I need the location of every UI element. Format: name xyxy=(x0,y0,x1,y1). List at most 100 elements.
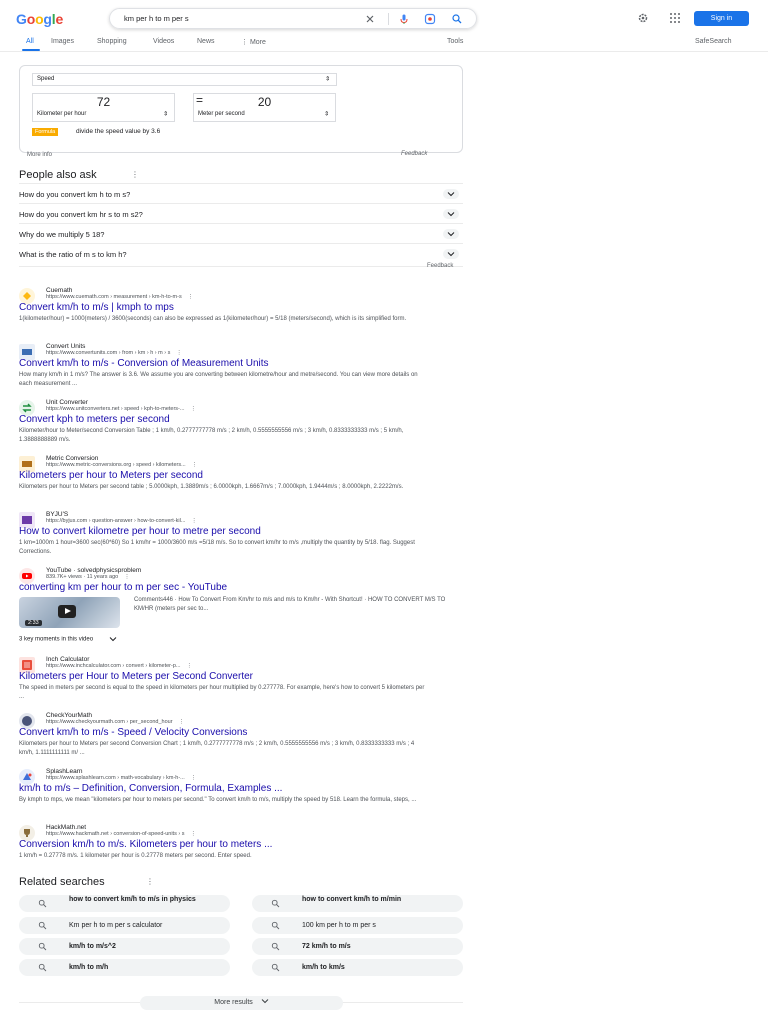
result-site-name: CheckYourMath xyxy=(46,712,93,719)
paa-question-text: How do you convert km hr s to m s2? xyxy=(19,210,143,219)
chevron-down-icon[interactable] xyxy=(443,209,459,219)
more-results-button[interactable]: More results xyxy=(140,996,343,1010)
result-title-link[interactable]: converting km per hour to m per sec - Yo… xyxy=(19,582,227,593)
paa-question[interactable]: What is the ratio of m s to km h? xyxy=(19,243,463,263)
mic-icon[interactable] xyxy=(397,12,411,26)
more-options-icon[interactable]: ⋮ xyxy=(190,406,196,412)
result-snippet: By kmph to mps, we mean "kilometers per … xyxy=(19,797,417,803)
related-search-chip[interactable]: Km per h to m per s calculator xyxy=(19,917,230,934)
more-options-icon[interactable]: ⋮ xyxy=(187,663,193,669)
related-menu-icon[interactable]: ⋮ xyxy=(146,877,154,886)
feedback-link[interactable]: Feedback xyxy=(427,263,453,269)
tab-videos[interactable]: Videos xyxy=(153,38,174,45)
safesearch-button[interactable]: SafeSearch xyxy=(695,38,732,45)
more-options-icon[interactable]: ⋮ xyxy=(188,294,194,300)
search-icon[interactable] xyxy=(450,12,464,26)
gear-icon[interactable] xyxy=(636,11,650,25)
result-title-link[interactable]: Conversion km/h to m/s. Kilometers per h… xyxy=(19,839,272,850)
result-url-text: https://www.metric-conversions.org › spe… xyxy=(46,462,186,468)
more-options-icon[interactable]: ⋮ xyxy=(190,831,196,837)
header: Google km per h to m per s Sign in xyxy=(0,0,768,36)
paa-question[interactable]: Why do we multiply 5 18? xyxy=(19,223,463,243)
search-query[interactable]: km per h to m per s xyxy=(124,14,189,23)
more-options-icon[interactable]: ⋮ xyxy=(124,574,130,580)
video-duration: 2:33 xyxy=(25,620,42,626)
feedback-link[interactable]: Feedback xyxy=(401,151,427,157)
tab-images[interactable]: Images xyxy=(51,38,74,45)
related-search-chip[interactable]: 100 km per h to m per s xyxy=(252,917,463,934)
video-thumbnail[interactable]: 2:33 xyxy=(19,597,120,628)
result-url[interactable]: https://www.inchcalculator.com › convert… xyxy=(46,663,192,669)
related-search-chip[interactable]: how to convert km/h to m/s in physics xyxy=(19,895,230,912)
chevron-down-icon[interactable] xyxy=(443,249,459,259)
result-snippet: How many km/h in 1 m/s? The answer is 3.… xyxy=(19,372,418,387)
tab-shopping[interactable]: Shopping xyxy=(97,38,127,45)
tab-news[interactable]: News xyxy=(197,38,215,45)
lens-icon[interactable] xyxy=(423,12,437,26)
result-title-link[interactable]: km/h to m/s – Definition, Conversion, Fo… xyxy=(19,783,282,794)
result-url-text: https://www.checkyourmath.com › per_seco… xyxy=(46,719,173,725)
more-options-icon[interactable]: ⋮ xyxy=(191,518,197,524)
tab-more[interactable]: ⋮ More xyxy=(241,38,266,46)
result-title-link[interactable]: Kilometers per Hour to Meters per Second… xyxy=(19,671,253,682)
result-title-link[interactable]: Convert km/h to m/s - Speed / Velocity C… xyxy=(19,727,247,738)
related-search-chip[interactable]: km/h to m/h xyxy=(19,959,230,976)
result-url[interactable]: https://www.checkyourmath.com › per_seco… xyxy=(46,719,184,725)
paa-question-text: How do you convert km h to m s? xyxy=(19,190,131,199)
result-title-link[interactable]: Convert km/h to m/s - Conversion of Meas… xyxy=(19,358,269,369)
clear-icon[interactable] xyxy=(363,12,377,26)
result-url-text: https://www.cuemath.com › measurement › … xyxy=(46,294,182,300)
related-search-chip[interactable]: km/h to km/s xyxy=(252,959,463,976)
related-search-text: how to convert km/h to m/s in physics xyxy=(69,896,196,903)
result-site-name: Metric Conversion xyxy=(46,455,99,462)
result-url[interactable]: https://www.unitconverters.net › speed ›… xyxy=(46,406,196,412)
result-title-link[interactable]: Convert km/h to m/s | kmph to mps xyxy=(19,302,174,313)
chevron-down-icon[interactable] xyxy=(443,229,459,239)
more-options-icon[interactable]: ⋮ xyxy=(192,462,198,468)
search-icon xyxy=(38,942,47,951)
result-url-text: https://www.inchcalculator.com › convert… xyxy=(46,663,181,669)
related-search-chip[interactable]: how to convert km/h to m/min xyxy=(252,895,463,912)
search-icon xyxy=(38,921,47,930)
paa-question[interactable]: How do you convert km h to m s? xyxy=(19,183,463,203)
video-meta: 839.7K+ views · 11 years ago ⋮ xyxy=(46,574,130,580)
tab-all[interactable]: All xyxy=(26,38,34,45)
result-title-link[interactable]: Convert kph to meters per second xyxy=(19,414,170,425)
result-title-link[interactable]: How to convert kilometre per hour to met… xyxy=(19,526,261,537)
paa-question[interactable]: How do you convert km hr s to m s2? xyxy=(19,203,463,223)
result-site-name: Convert Units xyxy=(46,343,86,350)
result-url[interactable]: https://www.cuemath.com › measurement › … xyxy=(46,294,193,300)
result-url[interactable]: https://www.convertunits.com › from › km… xyxy=(46,350,182,356)
related-search-chip[interactable]: km/h to m/s^2 xyxy=(19,938,230,955)
more-options-icon[interactable]: ⋮ xyxy=(179,719,185,725)
search-icon xyxy=(271,963,280,972)
more-options-icon[interactable]: ⋮ xyxy=(191,775,197,781)
result-url[interactable]: https://www.splashlearn.com › math-vocab… xyxy=(46,775,196,781)
related-search-text: how to convert km/h to m/min xyxy=(302,896,402,903)
category-select[interactable]: Speed ⇕ xyxy=(32,73,337,86)
search-box[interactable]: km per h to m per s xyxy=(109,8,477,29)
play-icon[interactable] xyxy=(58,605,76,618)
paa-menu-icon[interactable]: ⋮ xyxy=(131,170,139,179)
google-logo[interactable]: Google xyxy=(16,11,63,27)
result-title-link[interactable]: Kilometers per hour to Meters per second xyxy=(19,470,203,481)
result-site-name: BYJU'S xyxy=(46,511,69,518)
tools-button[interactable]: Tools xyxy=(447,38,463,45)
more-options-icon[interactable]: ⋮ xyxy=(176,350,182,356)
more-info-link[interactable]: More info xyxy=(27,152,52,158)
result-url[interactable]: https://byjus.com › question-answer › ho… xyxy=(46,518,197,524)
sign-in-button[interactable]: Sign in xyxy=(694,11,749,26)
search-icon xyxy=(271,921,280,930)
from-unit-select[interactable]: Kilometer per hour ⇕ xyxy=(32,109,175,122)
to-unit-select[interactable]: Meter per second ⇕ xyxy=(193,109,336,122)
result-url[interactable]: https://www.metric-conversions.org › spe… xyxy=(46,462,197,468)
related-search-chip[interactable]: 72 km/h to m/s xyxy=(252,938,463,955)
apps-icon[interactable] xyxy=(668,11,682,25)
result-url[interactable]: https://www.hackmath.net › conversion-of… xyxy=(46,831,196,837)
divider xyxy=(19,266,463,267)
chevron-down-icon[interactable] xyxy=(443,189,459,199)
select-arrow-icon: ⇕ xyxy=(323,111,329,118)
select-arrow-icon: ⇕ xyxy=(324,76,330,82)
key-moments-toggle[interactable]: 3 key moments in this video xyxy=(19,636,117,643)
video-meta-text: 839.7K+ views · 11 years ago xyxy=(46,574,119,580)
